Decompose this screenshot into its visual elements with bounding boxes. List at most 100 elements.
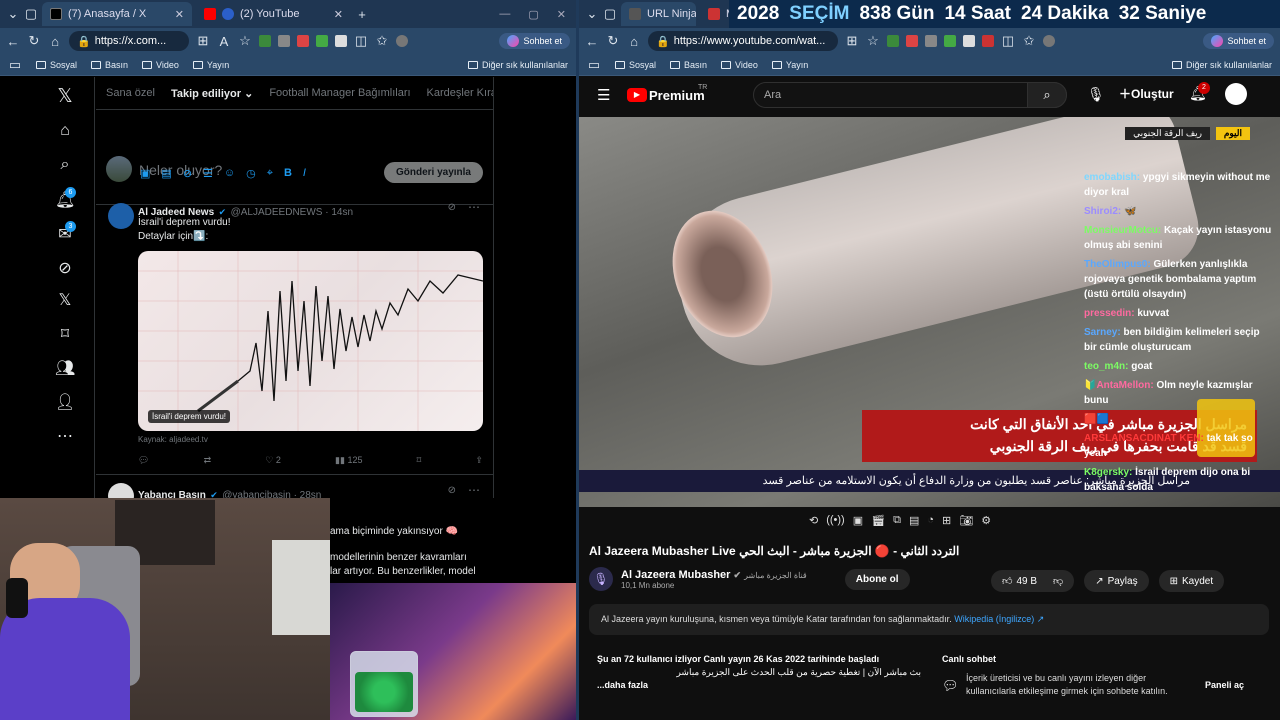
copilot-chat-button[interactable]: Sohbet et bbox=[499, 33, 570, 49]
camera-icon[interactable]: 📷︎ bbox=[959, 514, 973, 527]
bookmarks-icon[interactable]: ⌑ bbox=[55, 324, 75, 344]
tab-list-fm[interactable]: Football Manager Bağımlıları bbox=[269, 87, 410, 99]
extension-icon[interactable] bbox=[316, 35, 328, 47]
more-icon[interactable]: ⋯ bbox=[468, 200, 480, 214]
copilot-chat-button[interactable]: Sohbet et bbox=[1203, 33, 1274, 49]
cinema-icon[interactable]: ▤ bbox=[909, 514, 919, 527]
tweet[interactable]: Al Jadeed News ✔ @ALJADEEDNEWS · 14sn ⊘ … bbox=[96, 197, 493, 467]
chat-username[interactable]: 🔰AntaMellon: bbox=[1084, 380, 1156, 391]
close-tab-icon[interactable]: ✕ bbox=[334, 8, 343, 21]
sidebar-toggle-icon[interactable]: ▭ bbox=[587, 57, 601, 73]
bookmark-icon[interactable]: ⌑ bbox=[417, 455, 422, 466]
other-bookmarks[interactable]: Diğer sık kullanılanlar bbox=[467, 60, 568, 70]
tab-following[interactable]: Takip ediliyor ⌄ bbox=[171, 87, 253, 100]
extension-icon[interactable] bbox=[335, 35, 347, 47]
live-icon[interactable]: ((•)) bbox=[826, 514, 845, 527]
back-icon[interactable]: ← bbox=[6, 34, 20, 49]
chat-username[interactable]: Shiroi2: bbox=[1084, 206, 1124, 217]
open-panel-button[interactable]: Paneli aç bbox=[1205, 679, 1244, 692]
search-button[interactable]: ⌕ bbox=[1027, 82, 1067, 108]
loop-icon[interactable]: ⟲ bbox=[809, 514, 818, 527]
save-button[interactable]: ⊞ Kaydet bbox=[1158, 570, 1225, 592]
tab-youtube[interactable]: (2) YouTube ✕ bbox=[196, 2, 351, 26]
tab-actions-icon[interactable]: ⌄ bbox=[585, 6, 599, 22]
bookmark-folder[interactable]: Yayın bbox=[771, 60, 808, 70]
workspaces-icon[interactable]: ▢ bbox=[603, 6, 617, 22]
chat-username[interactable]: 🟥🟦 bbox=[1084, 414, 1109, 425]
show-more-link[interactable]: ...daha fazla bbox=[597, 679, 921, 692]
like-button[interactable]: ♡ 2 bbox=[265, 455, 281, 466]
home-icon[interactable]: ⌂ bbox=[627, 34, 641, 49]
tab-actions-icon[interactable]: ⌄ bbox=[6, 6, 20, 22]
reader-icon[interactable]: ⊞ bbox=[845, 33, 859, 49]
settings-gear-icon[interactable]: ⚙ bbox=[981, 514, 991, 527]
tab-url-ninja[interactable]: URL Ninja bbox=[621, 2, 696, 26]
emoji-icon[interactable]: ☺ bbox=[224, 167, 235, 180]
maximize-icon[interactable]: ▢ bbox=[528, 8, 538, 21]
grok-icon[interactable]: ⊘ bbox=[448, 202, 456, 213]
thumbs-down-icon[interactable]: 👎︎ bbox=[1053, 575, 1063, 587]
favorites-icon[interactable]: ✩ bbox=[375, 33, 389, 49]
workspaces-icon[interactable]: ▢ bbox=[24, 6, 38, 22]
close-window-icon[interactable]: ✕ bbox=[557, 8, 566, 21]
add-icon[interactable]: ⊞ bbox=[942, 514, 951, 527]
channel-avatar[interactable]: 🎙︎ bbox=[589, 567, 613, 591]
favorites-icon[interactable]: ✩ bbox=[1022, 33, 1036, 49]
home-icon[interactable]: ⌂ bbox=[48, 34, 62, 49]
chat-username[interactable]: TheOlimpus0: bbox=[1084, 259, 1153, 270]
translate-icon[interactable]: A bbox=[217, 34, 231, 49]
italic-icon[interactable]: I bbox=[303, 167, 306, 180]
grok-icon[interactable]: ⊘ bbox=[55, 258, 75, 278]
profile-icon[interactable] bbox=[396, 35, 408, 47]
reply-icon[interactable]: 💬︎ bbox=[138, 455, 149, 466]
favorite-star-icon[interactable]: ☆ bbox=[238, 33, 252, 49]
url-field[interactable]: 🔒 https://www.youtube.com/wat... bbox=[648, 31, 838, 51]
search-icon[interactable]: ⌕ bbox=[55, 156, 75, 176]
bold-icon[interactable]: B bbox=[284, 167, 292, 180]
microphone-icon[interactable]: 🎙︎ bbox=[1087, 86, 1105, 103]
x-logo-icon[interactable]: 𝕏 bbox=[55, 85, 75, 107]
bookmark-folder[interactable]: Basın bbox=[670, 60, 707, 70]
tab-list-kardesler[interactable]: Kardeşler Kıraa bbox=[427, 87, 493, 99]
chat-username[interactable]: MonsieurMotcu: bbox=[1084, 225, 1164, 236]
minimize-icon[interactable]: — bbox=[499, 8, 510, 21]
extension-icon[interactable] bbox=[278, 35, 290, 47]
premium-x-icon[interactable]: 𝕏 bbox=[55, 290, 75, 310]
bookmark-folder[interactable]: Yayın bbox=[192, 60, 229, 70]
clapper-icon[interactable]: 🎬︎ bbox=[871, 514, 885, 527]
chat-username[interactable]: ARSLANSACDINAT KEN: bbox=[1084, 433, 1207, 444]
share-icon[interactable]: ⇪ bbox=[475, 455, 483, 466]
close-tab-icon[interactable]: ✕ bbox=[175, 8, 184, 21]
location-icon[interactable]: ⌖ bbox=[267, 167, 273, 180]
menu-icon[interactable]: ☰ bbox=[597, 86, 610, 104]
home-icon[interactable]: ⌂ bbox=[55, 122, 75, 142]
tab-for-you[interactable]: Sana özel bbox=[106, 87, 155, 99]
post-submit-button[interactable]: Gönderi yayınla bbox=[383, 162, 483, 183]
grok-icon[interactable]: ⊘ bbox=[448, 485, 456, 496]
extension-icon[interactable] bbox=[944, 35, 956, 47]
extension-icon[interactable] bbox=[906, 35, 918, 47]
chat-username[interactable]: teo_m4n: bbox=[1084, 361, 1131, 372]
tab-x-home[interactable]: (7) Anasayfa / X ✕ bbox=[42, 2, 192, 26]
wikipedia-link[interactable]: Wikipedia (İngilizce) ↗ bbox=[954, 614, 1044, 624]
subscribe-button[interactable]: Abone ol bbox=[844, 568, 910, 590]
youtube-logo-icon[interactable]: ▶ bbox=[627, 88, 647, 102]
views-button[interactable]: ▮▮ 125 bbox=[335, 455, 362, 466]
bookmark-folder[interactable]: Basın bbox=[91, 60, 128, 70]
bookmark-folder[interactable]: Video bbox=[142, 60, 179, 70]
tweet-image[interactable]: İsrail'i deprem vurdu! bbox=[138, 251, 483, 431]
schedule-icon[interactable]: ◷ bbox=[246, 167, 256, 180]
link-source[interactable]: Kaynak: aljadeed.tv bbox=[138, 435, 208, 444]
share-button[interactable]: ↗ Paylaş bbox=[1084, 570, 1149, 592]
speed-icon[interactable]: ◔ bbox=[927, 514, 934, 527]
extension-icon[interactable] bbox=[963, 35, 975, 47]
bookmark-folder[interactable]: Sosyal bbox=[36, 60, 77, 70]
description-box[interactable]: Şu an 72 kullanıcı izliyor Canlı yayın 2… bbox=[589, 645, 929, 715]
chat-username[interactable]: K8gersky: bbox=[1084, 467, 1135, 478]
other-bookmarks[interactable]: Diğer sık kullanılanlar bbox=[1171, 60, 1272, 70]
retweet-icon[interactable]: ⇄ bbox=[204, 455, 212, 466]
screenshot-icon[interactable]: ▣ bbox=[853, 514, 863, 527]
image-icon[interactable]: ▣ bbox=[140, 167, 150, 180]
extension-icon[interactable] bbox=[297, 35, 309, 47]
create-button[interactable]: ＋Oluştur bbox=[1119, 85, 1174, 102]
